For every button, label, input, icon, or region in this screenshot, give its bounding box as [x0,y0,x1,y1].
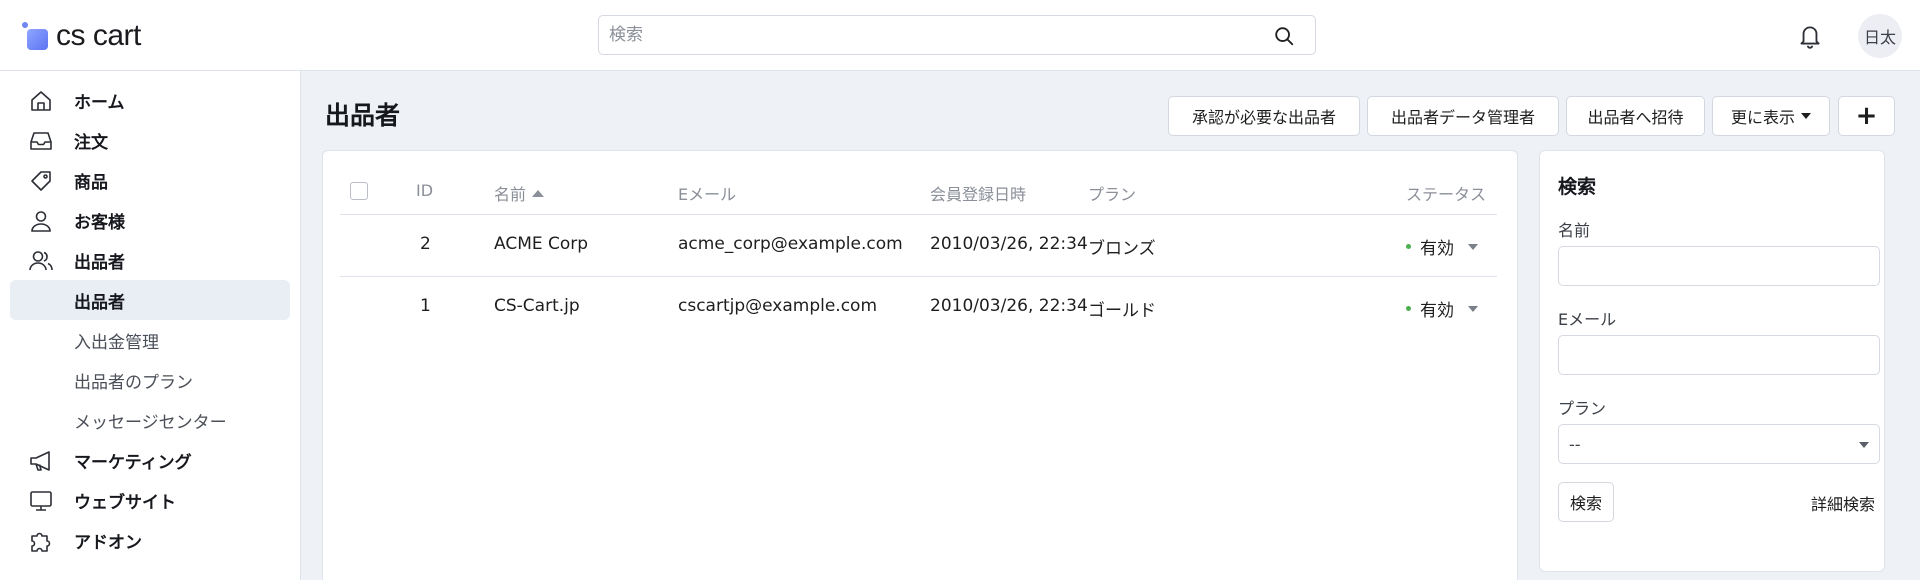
button-label: 承認が必要な出品者 [1191,108,1336,127]
button-label: 出品者データ管理者 [1390,108,1535,127]
sidebar-item-products[interactable]: 商品 [10,160,290,200]
sidebar-item-marketing[interactable]: マーケティング [10,440,290,480]
avatar-initials: 日太 [1863,28,1896,47]
sidebar-item-addons[interactable]: アドオン [10,520,290,560]
logo[interactable]: cs cart [22,20,141,52]
sidebar-item-orders[interactable]: 注文 [10,120,290,160]
sidebar-subitem-message-center[interactable]: メッセージセンター [10,400,290,440]
status-dropdown[interactable]: 有効 [1406,234,1478,259]
cell-plan: ゴールド [1088,301,1156,321]
column-header-status[interactable]: ステータス [1406,181,1486,205]
sidebar-item-vendors[interactable]: 出品者 [10,240,290,280]
home-icon [31,91,51,111]
sidebar-item-label: アドオン [74,532,142,553]
sidebar-item-label: ホーム [74,92,125,113]
inbox-icon [30,132,52,150]
column-header-id[interactable]: ID [416,181,433,200]
name-field[interactable] [1558,246,1880,286]
column-header-label: 名前 [494,185,527,204]
caret-down-icon [1468,305,1478,312]
email-field[interactable] [1558,335,1880,375]
vendor-administrators-button[interactable]: 出品者データ管理者 [1367,96,1559,136]
avatar[interactable]: 日太 [1858,14,1902,58]
sidebar-subitem-vendor-plans[interactable]: 出品者のプラン [10,360,290,400]
vendor-name-link[interactable]: ACME Corp [494,234,588,254]
sidebar-item-website[interactable]: ウェブサイト [10,480,290,520]
puzzle-icon [31,532,51,552]
status-label: 有効 [1420,239,1454,259]
invite-vendors-button[interactable]: 出品者へ招待 [1566,96,1705,136]
sidebar-subitem-label: メッセージセンター [74,412,227,433]
sort-ascending-icon [532,190,545,197]
button-label: 検索 [1569,496,1602,513]
advanced-search-link[interactable]: 詳細検索 [1811,491,1875,515]
plan-select[interactable]: -- [1558,424,1880,464]
sidebar-item-customers[interactable]: お客様 [10,200,290,240]
global-search [598,15,1316,55]
users-icon [29,251,53,271]
sidebar-subitem-vendors[interactable]: 出品者 [10,280,290,320]
select-all-checkbox[interactable] [350,182,368,200]
logo-text: cs cart [56,19,141,52]
search-icon[interactable] [1273,25,1295,47]
search-input[interactable] [599,16,1315,54]
vendor-name-link[interactable]: CS-Cart.jp [494,296,580,316]
add-vendor-button[interactable]: + [1838,96,1895,136]
table-row: 2 ACME Corp acme_corp@example.com 2010/0… [340,215,1497,275]
cell-date: 2010/03/26, 22:34 [930,296,1088,316]
name-label: 名前 [1558,221,1591,240]
more-dropdown-button[interactable]: 更に表示 [1712,96,1830,136]
search-panel-title: 検索 [1558,176,1597,198]
column-header-registration-date[interactable]: 会員登録日時 [930,181,1026,205]
sidebar-item-home[interactable]: ホーム [10,80,290,120]
sidebar-subitem-label: 出品者のプラン [74,372,193,393]
cell-email[interactable]: cscartjp@example.com [678,296,877,316]
cell-email[interactable]: acme_corp@example.com [678,234,903,254]
notifications-bell-icon[interactable] [1797,22,1823,50]
sidebar-item-label: 注文 [74,132,108,153]
status-label: 有効 [1420,301,1454,321]
table-row: 1 CS-Cart.jp cscartjp@example.com 2010/0… [340,277,1497,337]
caret-down-icon [1859,442,1869,448]
plan-label: プラン [1558,399,1607,418]
sidebar-subitem-label: 入出金管理 [74,332,159,353]
sidebar: ホーム 注文 商品 お客様 出品者 出品者 入出金管理 出品者のプラン メッセー… [0,71,301,580]
sidebar-item-label: ウェブサイト [74,492,176,513]
status-dot-icon [1406,306,1411,311]
status-dot-icon [1406,244,1411,249]
button-label: 更に表示 [1730,108,1795,127]
search-submit-button[interactable]: 検索 [1558,482,1614,522]
monitor-icon [30,491,52,511]
top-bar: cs cart 日太 [0,0,1920,71]
cell-id: 2 [420,234,431,254]
email-label: Eメール [1558,310,1617,329]
column-header-name[interactable]: 名前 [494,181,545,205]
caret-down-icon [1801,113,1811,119]
sidebar-subitem-label: 出品者 [74,292,125,313]
plan-select-value: -- [1569,435,1581,454]
user-icon [31,211,51,232]
status-dropdown[interactable]: 有効 [1406,296,1478,321]
page-title: 出品者 [325,101,401,130]
column-header-plan: プラン [1088,185,1137,204]
plus-icon: + [1855,101,1878,131]
sidebar-item-label: マーケティング [74,452,192,473]
cell-id: 1 [420,296,431,316]
cell-date: 2010/03/26, 22:34 [930,234,1088,254]
approval-needed-vendors-button[interactable]: 承認が必要な出品者 [1168,96,1360,136]
megaphone-icon [30,451,50,471]
sidebar-item-label: 出品者 [74,252,125,273]
caret-down-icon [1468,243,1478,250]
cell-plan: ブロンズ [1088,239,1156,259]
logo-mark-icon [22,22,50,50]
button-label: 出品者へ招待 [1587,108,1684,127]
sidebar-item-label: お客様 [74,212,125,233]
column-header-email[interactable]: Eメール [678,181,736,205]
sidebar-item-label: 商品 [74,172,108,193]
sidebar-subitem-payouts[interactable]: 入出金管理 [10,320,290,360]
tag-icon [31,171,51,191]
